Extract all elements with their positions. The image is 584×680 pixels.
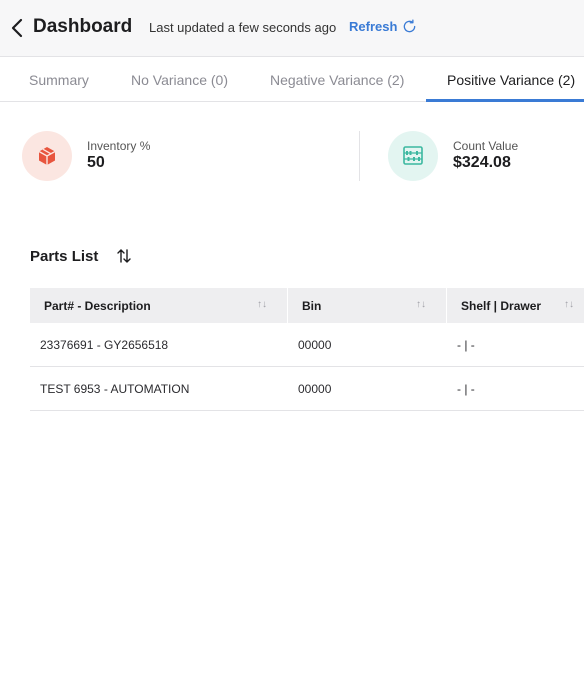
parts-list-title: Parts List (30, 248, 99, 265)
tab-negative-variance[interactable]: Negative Variance (2) (270, 72, 404, 88)
column-header-part[interactable]: Part# - Description ↑↓ (30, 288, 287, 323)
part-cell: TEST 6953 - AUTOMATION (40, 382, 190, 396)
inventory-label: Inventory % (87, 139, 151, 153)
last-updated-text: Last updated a few seconds ago (149, 20, 337, 35)
column-header-bin[interactable]: Bin ↑↓ (288, 288, 446, 323)
column-header-bin-label: Bin (302, 298, 322, 313)
table-row[interactable]: 23376691 - GY2656518 00000 - | - (30, 323, 584, 367)
column-header-shelf-label: Shelf | Drawer (461, 298, 542, 313)
bin-cell: 00000 (298, 382, 332, 396)
column-sort-icon: ↑↓ (564, 299, 574, 310)
tab-summary[interactable]: Summary (29, 72, 89, 88)
table-row[interactable]: TEST 6953 - AUTOMATION 00000 - | - (30, 367, 584, 411)
stats-divider (359, 131, 360, 181)
tab-positive-variance[interactable]: Positive Variance (2) (447, 72, 575, 88)
part-cell: 23376691 - GY2656518 (40, 338, 169, 352)
active-tab-indicator (426, 99, 584, 102)
box-icon (22, 131, 72, 181)
sort-arrows-icon[interactable] (116, 248, 132, 264)
top-bar: Dashboard Last updated a few seconds ago… (0, 0, 584, 57)
count-value-stat: Count Value $324.08 (388, 131, 584, 181)
column-header-shelf-drawer[interactable]: Shelf | Drawer ↑↓ (447, 288, 584, 323)
shelf-drawer-cell: - | - (457, 382, 475, 396)
refresh-button[interactable]: Refresh (349, 19, 417, 34)
refresh-label: Refresh (349, 19, 398, 34)
inventory-stat: Inventory % 50 (22, 131, 322, 181)
table-header: Part# - Description ↑↓ Bin ↑↓ Shelf | Dr… (30, 288, 584, 323)
abacus-icon (388, 131, 438, 181)
refresh-icon (404, 19, 416, 33)
page-title: Dashboard (33, 16, 133, 37)
shelf-drawer-cell: - | - (457, 338, 475, 352)
back-chevron-icon[interactable] (8, 16, 30, 40)
column-sort-icon: ↑↓ (257, 299, 267, 310)
variance-tabs: Summary No Variance (0) Negative Varianc… (0, 58, 584, 102)
inventory-value: 50 (87, 154, 105, 171)
bin-cell: 00000 (298, 338, 332, 352)
count-value-amount: $324.08 (453, 154, 511, 171)
column-sort-icon: ↑↓ (416, 299, 426, 310)
count-value-label: Count Value (453, 139, 519, 153)
tab-no-variance[interactable]: No Variance (0) (131, 72, 228, 88)
column-header-part-label: Part# - Description (44, 298, 151, 313)
